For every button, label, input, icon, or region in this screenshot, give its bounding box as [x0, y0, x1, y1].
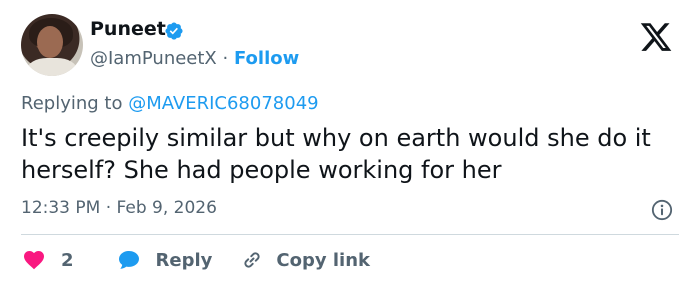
replying-to: Replying to @MAVERIC68078049 [21, 93, 319, 114]
action-bar: 2 Reply Copy link [21, 244, 370, 276]
copy-link-label: Copy link [276, 249, 370, 271]
author-name[interactable]: Puneet [90, 18, 166, 40]
follow-button[interactable]: Follow [234, 48, 299, 69]
like-button[interactable]: 2 [21, 248, 74, 272]
reply-mention-link[interactable]: @MAVERIC68078049 [128, 93, 318, 114]
tweet-date: Feb 9, 2026 [116, 198, 217, 218]
copy-link-button[interactable]: Copy link [240, 248, 370, 272]
tweet-text: It's creepily similar but why on earth w… [21, 124, 651, 184]
author-handle[interactable]: @IamPuneetX [90, 48, 217, 69]
x-logo-icon[interactable] [636, 20, 676, 54]
reply-label: Reply [155, 249, 213, 271]
info-icon[interactable] [651, 199, 673, 221]
handle-line: @IamPuneetX · Follow [90, 48, 299, 69]
reply-button[interactable]: Reply [116, 248, 213, 272]
timestamp-separator: · [105, 198, 112, 218]
handle-separator: · [222, 48, 229, 69]
verified-badge-icon [165, 22, 183, 40]
replying-to-prefix: Replying to [21, 93, 123, 114]
heart-icon [24, 251, 44, 270]
link-icon [244, 252, 260, 268]
avatar[interactable] [21, 14, 83, 76]
tweet-time: 12:33 PM [21, 198, 101, 218]
like-count: 2 [61, 249, 74, 271]
tweet-timestamp[interactable]: 12:33 PM · Feb 9, 2026 [21, 198, 217, 218]
divider [21, 234, 679, 235]
speech-bubble-icon [118, 251, 139, 269]
